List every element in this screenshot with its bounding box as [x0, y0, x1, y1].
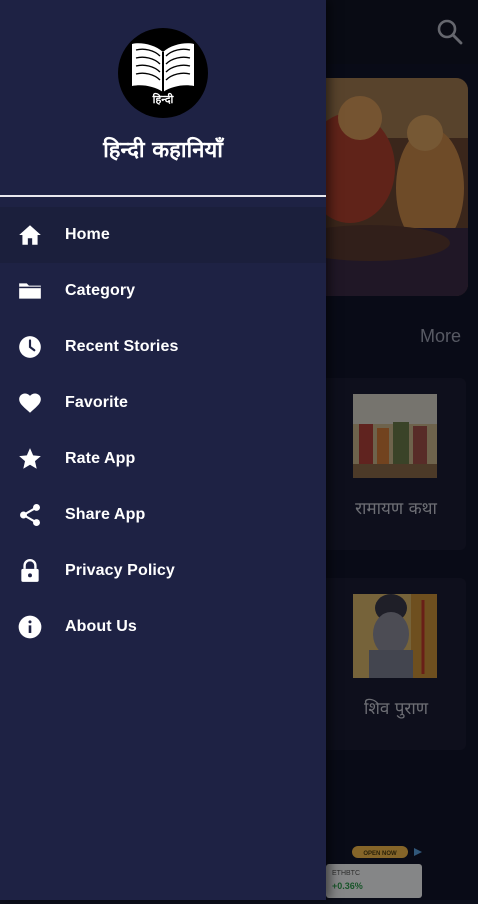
- drawer-header: हिन्दी हिन्दी कहानियाँ: [0, 0, 326, 196]
- home-icon: [17, 222, 43, 248]
- app-logo: हिन्दी: [118, 28, 208, 118]
- clock-icon: [17, 334, 43, 360]
- menu-item-label: Share App: [65, 506, 146, 523]
- menu-item-label: Favorite: [65, 394, 129, 411]
- app-title: हिन्दी कहानियाँ: [103, 138, 223, 163]
- menu-item-favorite[interactable]: Favorite: [0, 375, 326, 431]
- drawer-menu: Home Category Recent Stories Favorite Ra…: [0, 207, 326, 655]
- menu-item-label: About Us: [65, 618, 137, 635]
- menu-item-label: Home: [65, 226, 110, 243]
- menu-item-label: Recent Stories: [65, 338, 179, 355]
- share-icon: [17, 502, 43, 528]
- menu-item-rate-app[interactable]: Rate App: [0, 431, 326, 487]
- drawer-divider: [0, 195, 326, 197]
- navigation-drawer: हिन्दी हिन्दी कहानियाँ Home Category Rec…: [0, 0, 326, 900]
- menu-item-share-app[interactable]: Share App: [0, 487, 326, 543]
- star-icon: [17, 446, 43, 472]
- menu-item-about-us[interactable]: About Us: [0, 599, 326, 655]
- logo-text: हिन्दी: [152, 93, 174, 106]
- menu-item-privacy-policy[interactable]: Privacy Policy: [0, 543, 326, 599]
- menu-item-category[interactable]: Category: [0, 263, 326, 319]
- menu-item-home[interactable]: Home: [0, 207, 326, 263]
- heart-icon: [17, 390, 43, 416]
- menu-item-label: Category: [65, 282, 136, 299]
- lock-icon: [17, 558, 43, 584]
- folder-icon: [17, 278, 43, 304]
- menu-item-recent-stories[interactable]: Recent Stories: [0, 319, 326, 375]
- info-icon: [17, 614, 43, 640]
- menu-item-label: Privacy Policy: [65, 562, 175, 579]
- menu-item-label: Rate App: [65, 450, 136, 467]
